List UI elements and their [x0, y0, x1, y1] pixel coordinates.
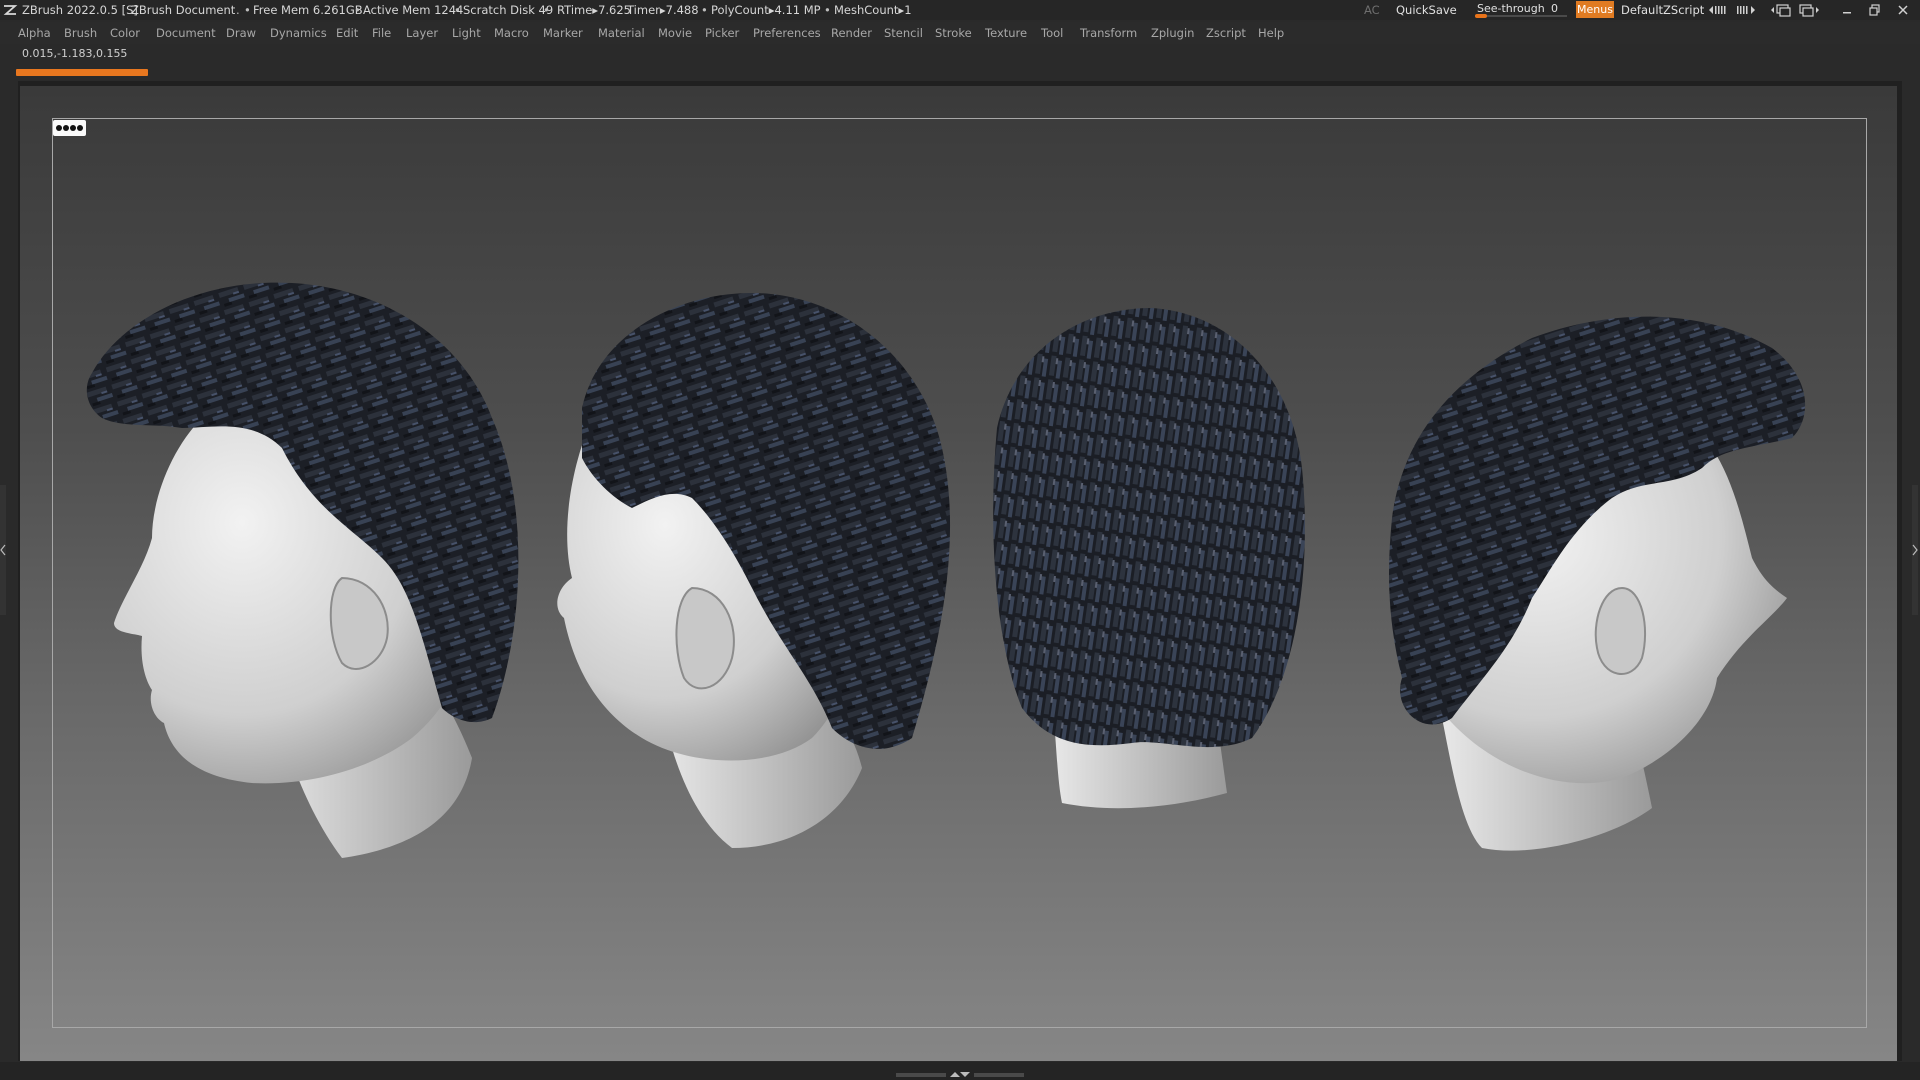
hair-mass — [993, 308, 1305, 748]
chevron-right-icon — [1912, 544, 1918, 556]
menu-stencil[interactable]: Stencil — [884, 22, 923, 44]
close-icon[interactable] — [1896, 3, 1910, 17]
quicksave-button[interactable]: QuickSave — [1396, 0, 1457, 20]
scratch-disk-stat: Scratch Disk 49 — [463, 3, 554, 17]
left-tray-toggle[interactable] — [0, 485, 6, 615]
stats-separator: • — [454, 3, 461, 17]
stats-separator: . — [236, 3, 240, 17]
ear-shape — [1594, 586, 1646, 675]
menu-light[interactable]: Light — [452, 22, 481, 44]
menu-zscript[interactable]: Zscript — [1206, 22, 1246, 44]
menu-help[interactable]: Help — [1258, 22, 1284, 44]
menu-dynamics[interactable]: Dynamics — [270, 22, 327, 44]
head-back — [993, 308, 1305, 809]
menu-file[interactable]: File — [372, 22, 391, 44]
right-tray-toggle[interactable] — [1912, 485, 1918, 615]
free-mem-stat: Free Mem 6.261GB — [253, 3, 363, 17]
chevron-left-icon — [0, 544, 6, 556]
menu-draw[interactable]: Draw — [226, 22, 256, 44]
viewport-render[interactable] — [52, 118, 1867, 1028]
menu-macro[interactable]: Macro — [494, 22, 529, 44]
head-right-profile — [1389, 316, 1806, 851]
see-through-handle[interactable] — [1475, 14, 1487, 18]
default-zscript-button[interactable]: DefaultZScript — [1621, 0, 1704, 20]
menu-transform[interactable]: Transform — [1080, 22, 1137, 44]
meshcount-stat: MeshCount▸1 — [834, 3, 912, 17]
stats-separator: • — [824, 3, 831, 17]
menu-tool[interactable]: Tool — [1041, 22, 1063, 44]
app-title: ZBrush 2022.0.5 [S] — [22, 3, 138, 17]
cursor-coordinates: 0.015,-1.183,0.155 — [22, 47, 128, 60]
bottom-tray-toggle-icon[interactable] — [896, 1071, 1024, 1078]
progress-track — [16, 69, 1904, 77]
timer-stat: Timer▸7.488 — [627, 3, 699, 17]
popup-window-icon[interactable] — [1770, 3, 1792, 17]
rtime-stat: RTime▸7.625 — [557, 3, 631, 17]
head-left-profile — [86, 282, 519, 858]
see-through-track — [1475, 15, 1567, 17]
progress-bar — [16, 69, 148, 76]
title-bar: ZBrush 2022.0.5 [S] ZBrush Document . • … — [0, 0, 1920, 20]
dock-window-icon[interactable] — [1798, 3, 1820, 17]
menu-picker[interactable]: Picker — [705, 22, 739, 44]
document-title: ZBrush Document — [131, 3, 236, 17]
see-through-slider[interactable]: See-through 0 — [1473, 0, 1569, 20]
menu-color[interactable]: Color — [110, 22, 140, 44]
menu-bar: Alpha Brush Color Document Draw Dynamics… — [0, 22, 1920, 44]
menu-render[interactable]: Render — [831, 22, 872, 44]
menu-zplugin[interactable]: Zplugin — [1151, 22, 1194, 44]
menu-document[interactable]: Document — [156, 22, 216, 44]
restore-icon[interactable] — [1868, 3, 1882, 17]
stats-separator: • — [354, 3, 361, 17]
document-zoom-badge[interactable] — [53, 120, 86, 136]
layout-prev-icon[interactable] — [1708, 3, 1730, 17]
ac-indicator[interactable]: AC — [1364, 0, 1380, 20]
menu-texture[interactable]: Texture — [985, 22, 1027, 44]
polycount-stat: PolyCount▸4.11 MP — [711, 3, 821, 17]
stats-separator: • — [244, 3, 251, 17]
menu-marker[interactable]: Marker — [543, 22, 583, 44]
active-mem-stat: Active Mem 1244 — [363, 3, 464, 17]
menu-stroke[interactable]: Stroke — [935, 22, 972, 44]
menu-preferences[interactable]: Preferences — [753, 22, 821, 44]
zbrush-logo-icon[interactable] — [2, 2, 18, 18]
menu-movie[interactable]: Movie — [658, 22, 692, 44]
menu-edit[interactable]: Edit — [336, 22, 358, 44]
menu-material[interactable]: Material — [598, 22, 645, 44]
menu-brush[interactable]: Brush — [64, 22, 97, 44]
stats-separator: • — [701, 3, 708, 17]
menu-layer[interactable]: Layer — [406, 22, 438, 44]
menu-alpha[interactable]: Alpha — [18, 22, 51, 44]
minimize-icon[interactable] — [1840, 3, 1854, 17]
head-back-three-quarter-left — [557, 293, 951, 848]
layout-next-icon[interactable] — [1734, 3, 1756, 17]
zoom-dots-icon — [56, 125, 83, 131]
stats-separator: • — [543, 3, 550, 17]
menus-toggle-button[interactable]: Menus — [1576, 1, 1614, 18]
